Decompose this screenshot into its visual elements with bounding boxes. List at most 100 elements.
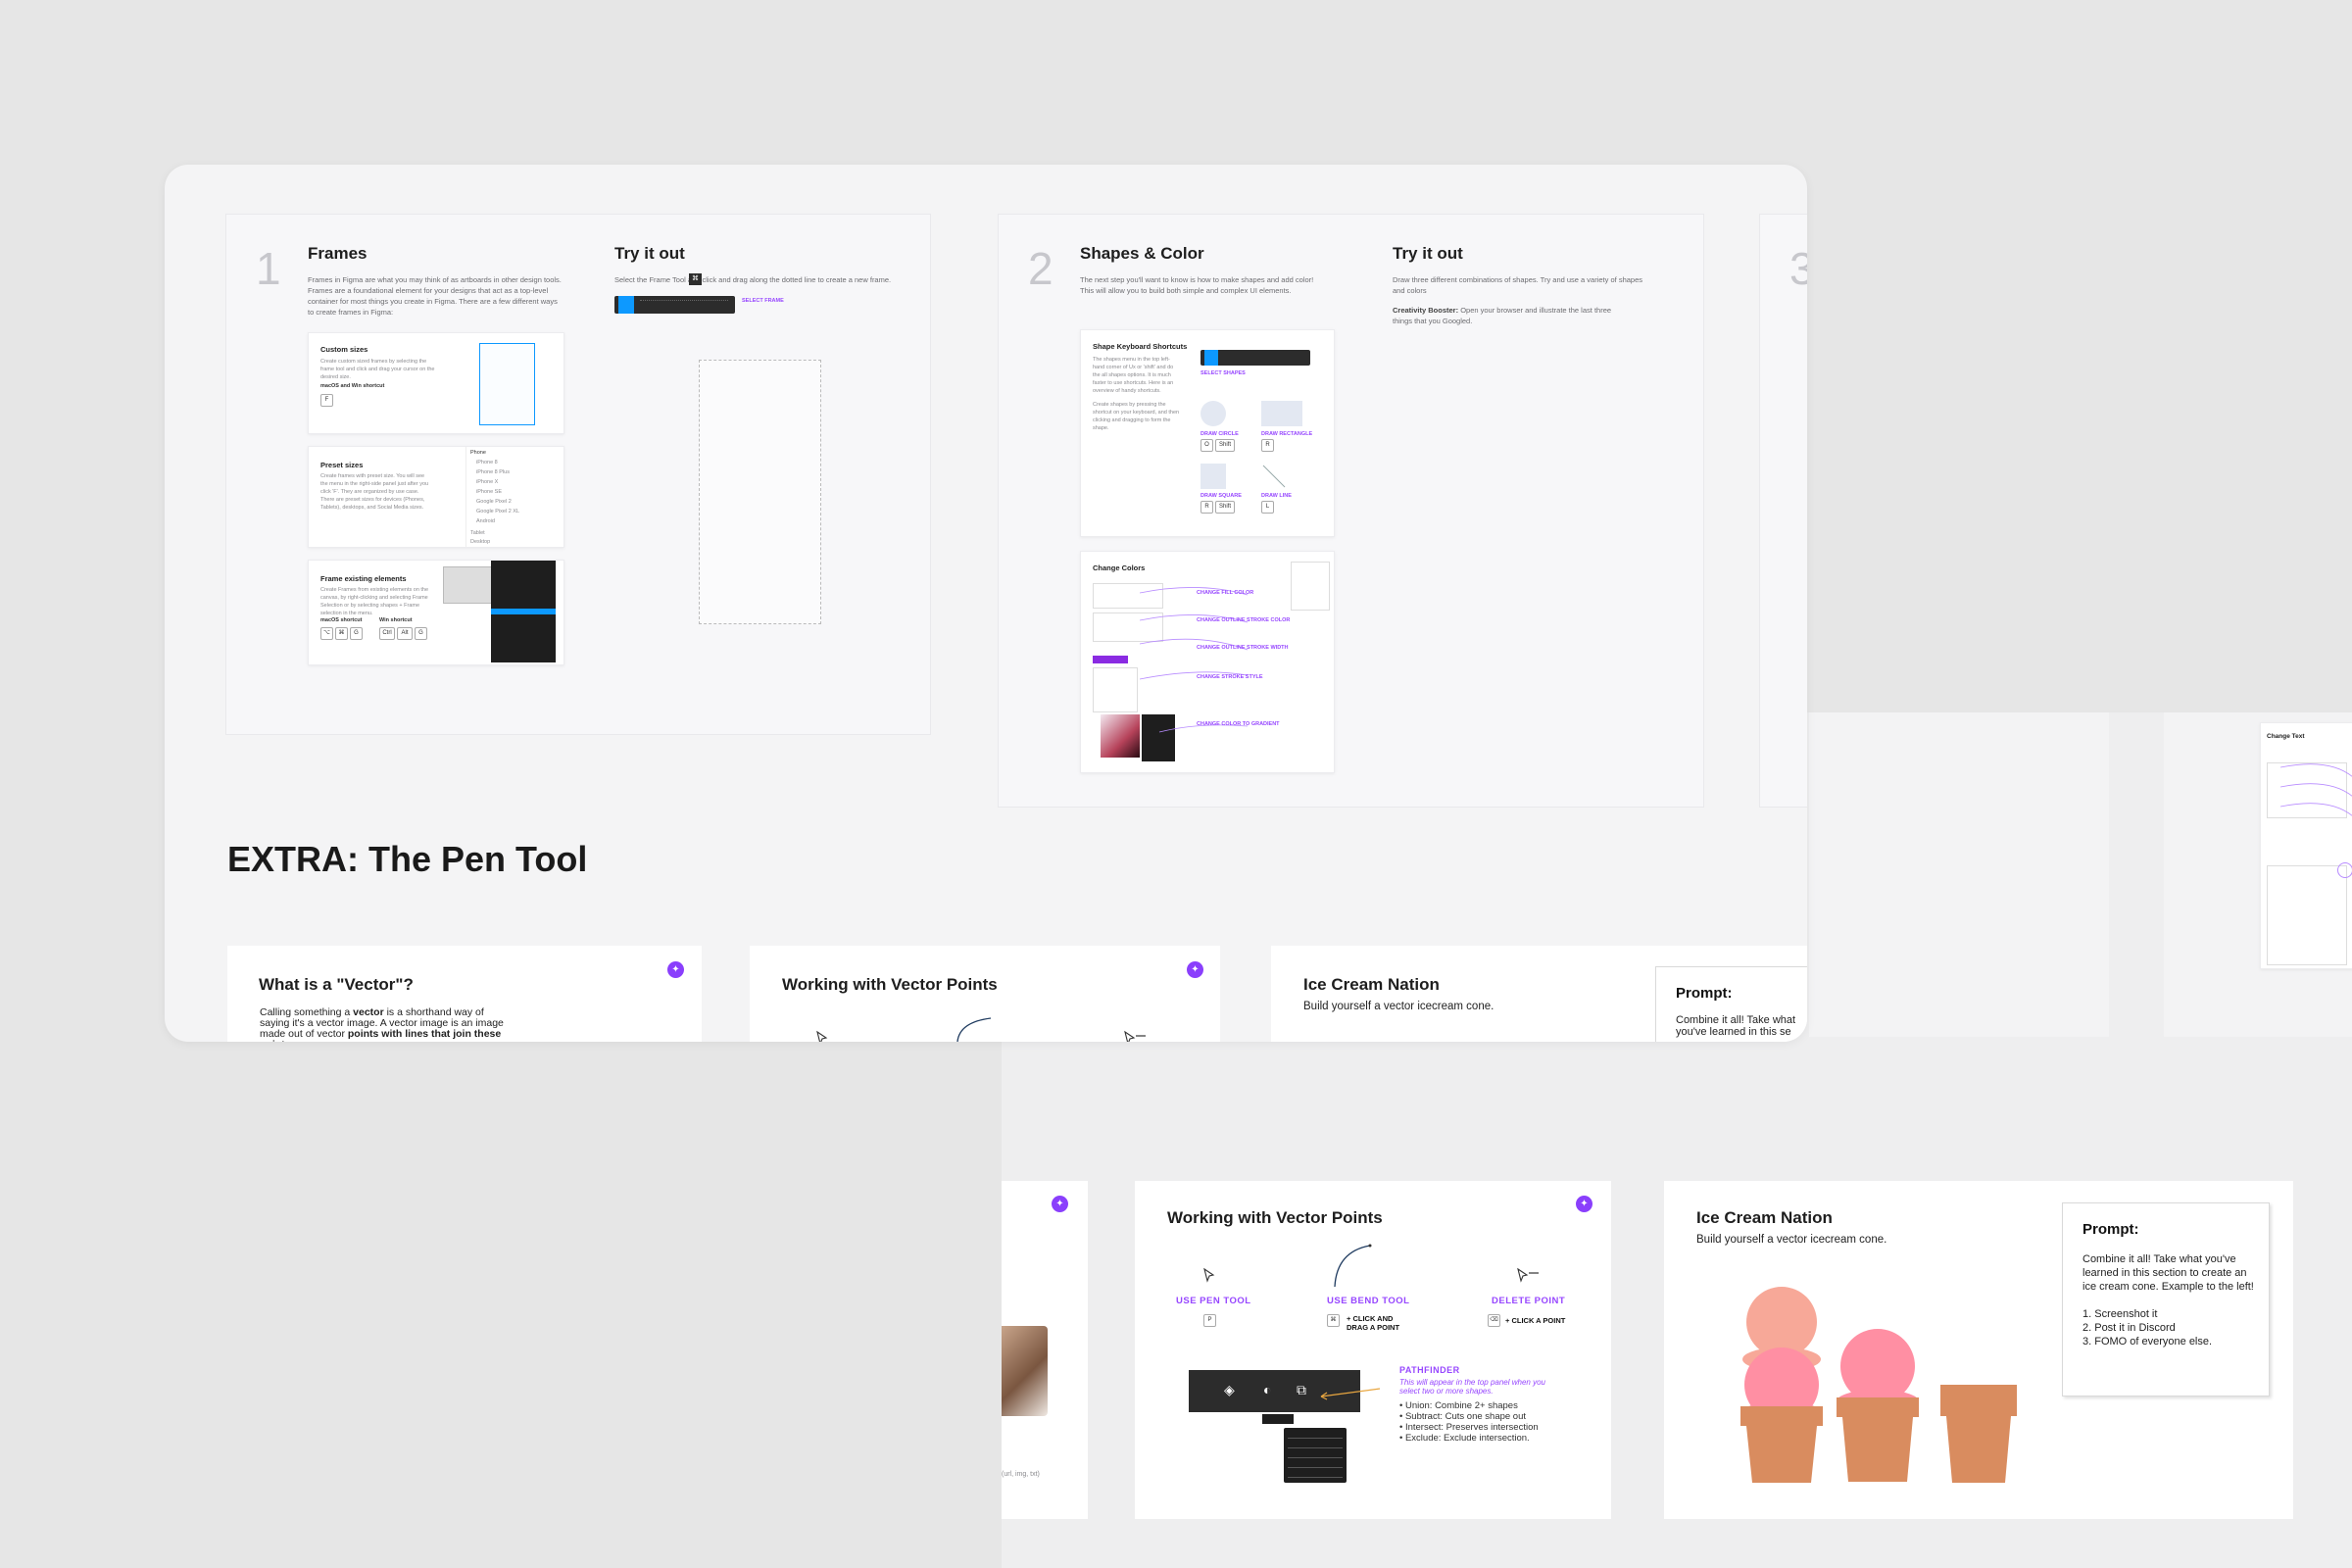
badge-icon: ✦ (1052, 1196, 1068, 1212)
icecream-title: Ice Cream Nation (1303, 975, 1440, 994)
icecream-card[interactable]: Ice Cream Nation Build yourself a vector… (1271, 946, 1807, 1042)
prompt-title: Prompt: (2082, 1221, 2139, 1238)
custom-sizes-title: Custom sizes (320, 345, 368, 354)
boolean-icon: ⧉ (1297, 1382, 1306, 1397)
ctrl-key: Ctrl (379, 627, 395, 640)
stroke-style-mock (1093, 667, 1138, 712)
section-number: 2 (1028, 243, 1054, 294)
component-icon: ◈ (1224, 1382, 1235, 1397)
draw-circle-label: DRAW CIRCLE (1200, 431, 1239, 437)
icecream-card-lower[interactable]: Ice Cream Nation Build yourself a vector… (1664, 1181, 2293, 1519)
preset-item[interactable]: iPhone 8 (476, 459, 498, 466)
try-it-out-shapes[interactable]: Try it out Draw three different combinat… (1363, 215, 1703, 807)
dotted-frame-target[interactable] (699, 360, 821, 624)
vector-card-title: What is a "Vector"? (259, 975, 414, 994)
move-tool-active[interactable] (618, 296, 634, 314)
custom-sizes-body: Create custom sized frames by selecting … (320, 359, 435, 380)
selection-preview (443, 566, 494, 604)
points-card[interactable]: Working with Vector Points ✦ (750, 946, 1220, 1042)
section-shapes-color[interactable]: 2 Shapes & Color The next step you'll wa… (998, 214, 1704, 808)
l-key: L (1261, 501, 1274, 514)
points-card-title: Working with Vector Points (1167, 1208, 1383, 1227)
icecream-subtitle: Build yourself a vector icecream cone. (1696, 1234, 1887, 1246)
figma-canvas-window[interactable]: 1 Frames Frames in Figma are what you ma… (165, 165, 1807, 1042)
shift-key: Shift (1215, 439, 1235, 452)
context-menu-preview (491, 561, 556, 662)
points-card-title: Working with Vector Points (782, 975, 998, 994)
preset-item[interactable]: Android (476, 517, 495, 525)
points-card-lower[interactable]: Working with Vector Points ✦ USE PEN TOO… (1135, 1181, 1611, 1519)
prompt-title: Prompt: (1676, 985, 1733, 1002)
bend-tool-icon (956, 1017, 992, 1042)
side-frame-partial[interactable] (1809, 712, 2109, 1037)
o-key: O (1200, 439, 1213, 452)
click-point-label: + CLICK A POINT (1505, 1316, 1566, 1325)
try-it-out-frames[interactable]: Try it out Select the Frame Tool and cli… (587, 215, 930, 734)
icecream-cone-empty (1940, 1385, 2017, 1483)
prompt-text: Combine it all! Take what you've learned… (2082, 1253, 2254, 1348)
color-picker-mock (1291, 562, 1330, 611)
badge-icon: ✦ (667, 961, 684, 978)
section-3-partial[interactable]: 3 (1759, 214, 1807, 808)
shape-shortcuts-card: Shape Keyboard Shortcuts The shapes menu… (1080, 329, 1335, 537)
delete-point-icon (1517, 1267, 1539, 1283)
mac-shortcut-label: macOS shortcut (320, 617, 363, 623)
try-title: Try it out (1393, 244, 1463, 263)
pen-tool-icon (1203, 1267, 1215, 1283)
section-frames[interactable]: 1 Frames Frames in Figma are what you ma… (225, 214, 931, 735)
r-key: R (1261, 439, 1274, 452)
boolean-dropdown[interactable] (1284, 1428, 1347, 1483)
pathfinder-note: This will appear in the top panel when y… (1399, 1378, 1545, 1396)
delete-point-label: DELETE POINT (1492, 1296, 1566, 1306)
alt-key: Alt (397, 627, 413, 640)
boolean-mini-toolbar (1262, 1414, 1294, 1424)
preset-item[interactable]: iPhone SE (476, 488, 502, 496)
frame-existing-body: Create Frames from existing elements on … (320, 587, 429, 616)
menu-highlight (491, 609, 556, 614)
icecream-cone-single (1837, 1329, 1919, 1482)
frame-existing-title: Frame existing elements (320, 574, 407, 583)
gradient-note: CHANGE COLOR TO GRADIENT (1197, 721, 1280, 727)
prompt-card: Prompt: Combine it all! Take what you've… (2062, 1202, 2270, 1396)
cmd-key: ⌘ (335, 627, 348, 640)
preset-sizes-card: Preset sizes Create frames with preset s… (308, 446, 564, 548)
click-drag-label: + CLICK AND DRAG A POINT (1347, 1314, 1400, 1332)
section-number: 3 (1789, 243, 1807, 294)
side-frame-change-text[interactable]: Change Text (2164, 712, 2352, 1037)
color-swatch (1093, 656, 1128, 663)
use-bend-tool-label: USE BEND TOOL (1327, 1296, 1410, 1306)
select-shapes-note: SELECT SHAPES (1200, 370, 1246, 376)
draw-square-label: DRAW SQUARE (1200, 493, 1242, 499)
draw-rectangle-label: DRAW RECTANGLE (1261, 431, 1313, 437)
toolbar-icons (640, 300, 728, 311)
square-shape (1200, 464, 1226, 489)
booster-label: Creativity Booster: (1393, 306, 1459, 315)
preset-item[interactable]: Google Pixel 2 (476, 498, 512, 506)
vector-card-partial[interactable]: ✦ (url, img, txt) (1002, 1181, 1088, 1519)
preset-item[interactable]: Google Pixel 2 XL (476, 508, 519, 515)
prompt-card: Prompt: Combine it all! Take what you've… (1655, 966, 1807, 1042)
frame-preview (479, 343, 535, 425)
preset-group[interactable]: Tablet (470, 529, 485, 537)
shortcuts-body: The shapes menu in the top left-hand cor… (1093, 357, 1174, 394)
r-key: R (1200, 501, 1213, 514)
preset-item[interactable]: iPhone X (476, 478, 498, 486)
section-body: The next step you'll want to know is how… (1080, 275, 1314, 295)
shortcuts-body2: Create shapes by pressing the shortcut o… (1093, 402, 1180, 431)
preset-sizes-title: Preset sizes (320, 461, 364, 469)
pen-tool-icon (816, 1030, 828, 1042)
vector-card[interactable]: What is a "Vector"? ✦ Calling something … (227, 946, 702, 1042)
draw-line-label: DRAW LINE (1261, 493, 1292, 499)
try-body: Select the Frame Tool and click and drag… (614, 275, 892, 284)
stroke-style-note: CHANGE STROKE STYLE (1197, 674, 1263, 680)
pathfinder-label: PATHFINDER (1399, 1365, 1460, 1375)
annotation-curves (2280, 763, 2352, 816)
bend-key: ⌘ (1327, 1314, 1340, 1327)
preset-item[interactable]: iPhone 8 Plus (476, 468, 510, 476)
preset-sizes-body: Create frames with preset size. You will… (320, 473, 429, 511)
figma-toolbar[interactable] (614, 296, 735, 314)
preset-group[interactable]: Desktop (470, 538, 490, 546)
shift-key: Shift (1215, 501, 1235, 514)
stroke-color-note: CHANGE OUTLINE STROKE COLOR (1197, 617, 1291, 623)
try-title: Try it out (614, 244, 685, 263)
